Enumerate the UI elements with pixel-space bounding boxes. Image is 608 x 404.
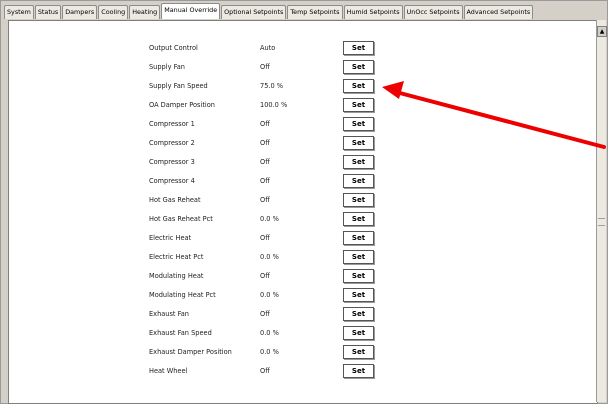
- row-label: Exhaust Damper Position: [149, 348, 232, 356]
- row-value: Auto: [260, 44, 276, 52]
- row-value: 0.0 %: [260, 253, 279, 261]
- override-row: Electric Heat Off Set: [9, 231, 597, 250]
- row-label: Exhaust Fan Speed: [149, 329, 212, 337]
- override-row: Supply Fan Speed 75.0 % Set: [9, 79, 597, 98]
- vertical-scrollbar[interactable]: ▲: [596, 20, 607, 402]
- row-label: Exhaust Fan: [149, 310, 189, 318]
- set-button[interactable]: Set: [343, 288, 374, 302]
- set-button[interactable]: Set: [343, 174, 374, 188]
- row-label: Compressor 1: [149, 120, 195, 128]
- row-label: OA Damper Position: [149, 101, 215, 109]
- row-value: Off: [260, 234, 270, 242]
- override-row: Output Control Auto Set: [9, 41, 597, 60]
- row-label: Supply Fan: [149, 63, 185, 71]
- row-value: Off: [260, 120, 270, 128]
- row-value: Off: [260, 196, 270, 204]
- row-label: Supply Fan Speed: [149, 82, 208, 90]
- scroll-up-icon[interactable]: ▲: [597, 26, 607, 37]
- tab-system[interactable]: System: [4, 5, 34, 19]
- set-button[interactable]: Set: [343, 231, 374, 245]
- override-row: Heat Wheel Off Set: [9, 364, 597, 383]
- row-label: Modulating Heat Pct: [149, 291, 216, 299]
- set-button[interactable]: Set: [343, 269, 374, 283]
- row-label: Compressor 3: [149, 158, 195, 166]
- tab-optional-setpoints[interactable]: Optional Setpoints: [221, 5, 287, 19]
- row-label: Modulating Heat: [149, 272, 204, 280]
- tab-advanced-setpoints[interactable]: Advanced Setpoints: [463, 5, 534, 19]
- row-label: Hot Gas Reheat Pct: [149, 215, 213, 223]
- override-row: Compressor 4 Off Set: [9, 174, 597, 193]
- override-row: Compressor 2 Off Set: [9, 136, 597, 155]
- set-button[interactable]: Set: [343, 326, 374, 340]
- row-value: Off: [260, 272, 270, 280]
- row-value: 75.0 %: [260, 82, 284, 90]
- row-value: 0.0 %: [260, 329, 279, 337]
- tab-heating[interactable]: Heating: [129, 5, 161, 19]
- override-row: Exhaust Damper Position 0.0 % Set: [9, 345, 597, 364]
- set-button[interactable]: Set: [343, 60, 374, 74]
- row-value: Off: [260, 177, 270, 185]
- set-button[interactable]: Set: [343, 41, 374, 55]
- set-button[interactable]: Set: [343, 250, 374, 264]
- set-button[interactable]: Set: [343, 345, 374, 359]
- set-button[interactable]: Set: [343, 212, 374, 226]
- tab-cooling[interactable]: Cooling: [98, 5, 129, 19]
- row-value: Off: [260, 139, 270, 147]
- scroll-thumb-grip[interactable]: [598, 218, 605, 226]
- row-label: Heat Wheel: [149, 367, 188, 375]
- set-button[interactable]: Set: [343, 193, 374, 207]
- row-value: 0.0 %: [260, 348, 279, 356]
- row-label: Electric Heat Pct: [149, 253, 204, 261]
- tab-status[interactable]: Status: [34, 5, 62, 19]
- row-label: Compressor 4: [149, 177, 195, 185]
- row-label: Compressor 2: [149, 139, 195, 147]
- set-button[interactable]: Set: [343, 98, 374, 112]
- override-row: Hot Gas Reheat Pct 0.0 % Set: [9, 212, 597, 231]
- tab-humid-setpoints[interactable]: Humid Setpoints: [343, 5, 403, 19]
- row-value: 100.0 %: [260, 101, 288, 109]
- set-button[interactable]: Set: [343, 136, 374, 150]
- row-label: Hot Gas Reheat: [149, 196, 201, 204]
- set-button[interactable]: Set: [343, 79, 374, 93]
- override-row: Compressor 3 Off Set: [9, 155, 597, 174]
- override-row: Hot Gas Reheat Off Set: [9, 193, 597, 212]
- override-row: OA Damper Position 100.0 % Set: [9, 98, 597, 117]
- override-row: Supply Fan Off Set: [9, 60, 597, 79]
- row-label: Output Control: [149, 44, 198, 52]
- row-value: 0.0 %: [260, 215, 279, 223]
- set-button[interactable]: Set: [343, 364, 374, 378]
- override-row: Modulating Heat Pct 0.0 % Set: [9, 288, 597, 307]
- override-row: Compressor 1 Off Set: [9, 117, 597, 136]
- row-value: Off: [260, 158, 270, 166]
- row-value: Off: [260, 63, 270, 71]
- set-button[interactable]: Set: [343, 307, 374, 321]
- tab-unocc-setpoints[interactable]: UnOcc Setpoints: [403, 5, 463, 19]
- tab-dampers[interactable]: Dampers: [62, 5, 98, 19]
- set-button[interactable]: Set: [343, 117, 374, 131]
- override-row: Modulating Heat Off Set: [9, 269, 597, 288]
- set-button[interactable]: Set: [343, 155, 374, 169]
- row-value: 0.0 %: [260, 291, 279, 299]
- tab-manual-override[interactable]: Manual Override: [161, 3, 221, 19]
- override-row: Electric Heat Pct 0.0 % Set: [9, 250, 597, 269]
- manual-override-panel: Output Control Auto Set Supply Fan Off Set Sup…: [8, 20, 598, 404]
- row-label: Electric Heat: [149, 234, 192, 242]
- row-value: Off: [260, 310, 270, 318]
- override-row: Exhaust Fan Speed 0.0 % Set: [9, 326, 597, 345]
- tab-strip: System Status Dampers Cooling Heating Manual …: [4, 3, 534, 20]
- tab-temp-setpoints[interactable]: Temp Setpoints: [287, 5, 343, 19]
- override-row: Exhaust Fan Off Set: [9, 307, 597, 326]
- row-value: Off: [260, 367, 270, 375]
